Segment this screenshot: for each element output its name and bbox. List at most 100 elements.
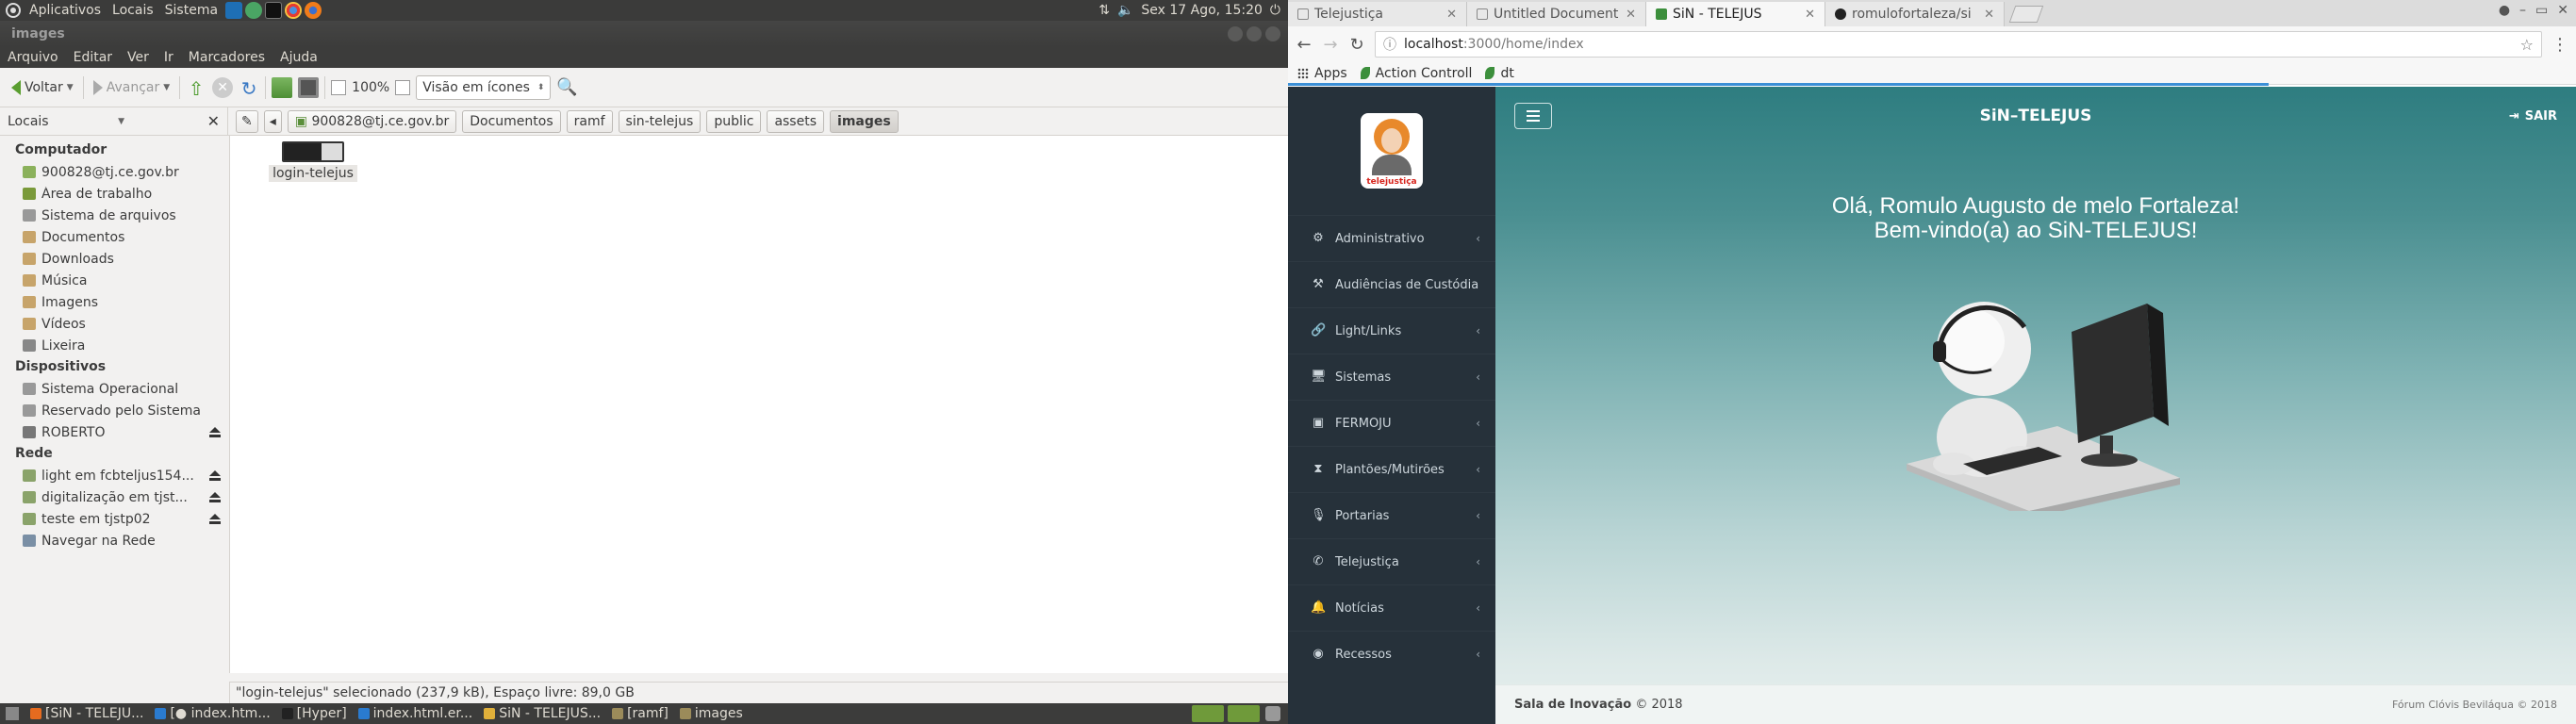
browser-tab[interactable]: romulofortaleza/si ✕ bbox=[1825, 2, 2005, 26]
clock[interactable]: Sex 17 Ago, 15:20 bbox=[1141, 3, 1263, 18]
bookmark-apps[interactable]: Apps bbox=[1297, 66, 1347, 81]
sidebar-mode-dropdown-icon[interactable]: ▼ bbox=[118, 117, 124, 126]
power-icon[interactable]: ⏻ bbox=[1270, 3, 1280, 18]
menu-item[interactable]: ✆ Telejustiça ‹ bbox=[1288, 538, 1495, 584]
maximize-button[interactable]: ▭ bbox=[2535, 3, 2548, 18]
profile-icon[interactable]: ● bbox=[2499, 3, 2510, 18]
reload-icon[interactable]: ↻ bbox=[239, 77, 259, 100]
menu-kebab-icon[interactable]: ⋮ bbox=[2551, 35, 2568, 55]
taskbar-task[interactable]: SiN - TELEJUS... bbox=[478, 704, 606, 723]
taskbar-task[interactable]: index.html.er... bbox=[353, 704, 479, 723]
menu-item[interactable]: 🔔 Notícias ‹ bbox=[1288, 584, 1495, 631]
menu-arquivo[interactable]: Arquivo bbox=[0, 50, 66, 65]
app-launcher-icon[interactable] bbox=[245, 2, 263, 19]
menu-item[interactable]: ▣ FERMOJU ‹ bbox=[1288, 400, 1495, 446]
network-arrows-icon[interactable]: ⇅ bbox=[1098, 3, 1110, 18]
menu-marcadores[interactable]: Marcadores bbox=[181, 50, 272, 65]
logout-button[interactable]: ⇥ SAIR bbox=[2509, 109, 2557, 123]
minimize-button[interactable]: – bbox=[2519, 3, 2526, 18]
sidebar-item[interactable]: teste em tjstp02 bbox=[0, 508, 229, 530]
breadcrumb-item[interactable]: Documentos bbox=[462, 109, 561, 133]
trash-icon[interactable] bbox=[1265, 706, 1280, 721]
close-sidebar-icon[interactable]: ✕ bbox=[207, 112, 220, 130]
menu-item[interactable]: 🖥 Sistemas ‹ bbox=[1288, 354, 1495, 400]
telejustica-logo[interactable]: telejustiça bbox=[1361, 113, 1423, 189]
sidebar-item[interactable]: Reservado pelo Sistema bbox=[0, 400, 229, 421]
tab-close-icon[interactable]: ✕ bbox=[1626, 8, 1636, 22]
reload-icon[interactable]: ↻ bbox=[1348, 35, 1365, 55]
menu-editar[interactable]: Editar bbox=[66, 50, 120, 65]
stop-icon[interactable]: ✕ bbox=[212, 76, 234, 98]
sidebar-item[interactable]: Downloads bbox=[0, 248, 229, 270]
bookmark-action-controller[interactable]: Action Controll bbox=[1360, 66, 1472, 81]
sidebar-item[interactable]: Imagens bbox=[0, 291, 229, 313]
sidebar-item[interactable]: Música bbox=[0, 270, 229, 291]
menu-item[interactable]: 🎙 Portarias ‹ bbox=[1288, 492, 1495, 538]
bookmark-dt[interactable]: dt bbox=[1485, 66, 1514, 81]
menu-item[interactable]: ⚙ Administrativo ‹ bbox=[1288, 215, 1495, 261]
eject-icon[interactable] bbox=[208, 513, 222, 525]
forward-dropdown-icon[interactable]: ▼ bbox=[163, 83, 170, 92]
sidebar-mode-label[interactable]: Locais bbox=[8, 114, 49, 129]
new-tab-button[interactable] bbox=[2008, 6, 2044, 23]
menu-item[interactable]: ⚒ Audiências de Custódia bbox=[1288, 261, 1495, 307]
ubuntu-logo-icon[interactable] bbox=[6, 3, 21, 18]
back-dropdown-icon[interactable]: ▼ bbox=[67, 83, 74, 92]
eject-icon[interactable] bbox=[208, 491, 222, 503]
back-button[interactable]: Voltar ▼ bbox=[8, 79, 77, 95]
tab-close-icon[interactable]: ✕ bbox=[1984, 8, 1994, 22]
browser-tab[interactable]: Untitled Document ✕ bbox=[1467, 2, 1646, 26]
volume-icon[interactable]: 🔈 bbox=[1117, 3, 1133, 18]
url-input[interactable]: ⓘ localhost:3000/home/index ☆ bbox=[1375, 31, 2542, 58]
back-arrow-icon[interactable]: ← bbox=[1296, 35, 1313, 55]
breadcrumb-item[interactable]: sin-telejus bbox=[618, 109, 702, 133]
sidebar-item[interactable]: digitalização em tjst... bbox=[0, 486, 229, 508]
breadcrumb-item[interactable]: ▣ 900828@tj.ce.gov.br bbox=[287, 109, 457, 133]
browser-tab[interactable]: SiN - TELEJUS ✕ bbox=[1646, 2, 1825, 26]
zoom-out-icon[interactable] bbox=[331, 79, 347, 95]
taskbar-task[interactable]: [Hyper] bbox=[276, 704, 353, 723]
maximize-button[interactable] bbox=[1247, 26, 1262, 41]
sidebar-item[interactable]: Navegar na Rede bbox=[0, 530, 229, 551]
tab-close-icon[interactable]: ✕ bbox=[1446, 8, 1457, 22]
sidebar-item[interactable]: Documentos bbox=[0, 226, 229, 248]
sidebar-item[interactable]: Vídeos bbox=[0, 313, 229, 335]
bookmark-star-icon[interactable]: ☆ bbox=[2520, 36, 2534, 54]
firefox-launcher-icon[interactable] bbox=[305, 2, 322, 19]
panel-menu-locais[interactable]: Locais bbox=[107, 3, 158, 18]
search-icon[interactable]: 🔍 bbox=[556, 77, 577, 98]
sidebar-item[interactable]: Sistema Operacional bbox=[0, 378, 229, 400]
computer-icon[interactable] bbox=[298, 76, 320, 98]
close-button[interactable] bbox=[1265, 26, 1280, 41]
forward-arrow-icon[interactable]: → bbox=[1322, 35, 1339, 55]
breadcrumb-item[interactable]: assets bbox=[767, 109, 825, 133]
workspace-1[interactable] bbox=[1192, 705, 1224, 722]
breadcrumb-item[interactable]: public bbox=[706, 109, 762, 133]
view-mode-select[interactable]: Visão em ícones ⬍ bbox=[416, 74, 552, 100]
menu-item[interactable]: 🔗 Light/Links ‹ bbox=[1288, 307, 1495, 354]
eject-icon[interactable] bbox=[208, 469, 222, 482]
terminal-launcher-icon[interactable] bbox=[265, 2, 283, 19]
taskbar-task[interactable]: images bbox=[674, 704, 749, 723]
tab-close-icon[interactable]: ✕ bbox=[1805, 8, 1815, 22]
workspace-2[interactable] bbox=[1228, 705, 1260, 722]
menu-ajuda[interactable]: Ajuda bbox=[272, 50, 325, 65]
forward-button[interactable]: Avançar ▼ bbox=[90, 79, 173, 95]
taskbar-task[interactable]: [● index.htm... bbox=[149, 704, 275, 723]
menu-ver[interactable]: Ver bbox=[120, 50, 157, 65]
sidebar-item[interactable]: 900828@tj.ce.gov.br bbox=[0, 161, 229, 183]
chrome-launcher-icon[interactable] bbox=[285, 2, 303, 19]
hamburger-menu-button[interactable] bbox=[1514, 103, 1552, 129]
taskbar-task[interactable]: [SiN - TELEJU... bbox=[25, 704, 149, 723]
info-icon[interactable]: ⓘ bbox=[1383, 35, 1396, 54]
eject-icon[interactable] bbox=[208, 426, 222, 438]
breadcrumb-item[interactable]: images bbox=[830, 109, 899, 133]
menu-ir[interactable]: Ir bbox=[157, 50, 181, 65]
menu-item[interactable]: ⧗ Plantões/Mutirões ‹ bbox=[1288, 446, 1495, 492]
file-item[interactable]: login-telejus bbox=[266, 141, 360, 182]
browser-tab[interactable]: Telejustiça ✕ bbox=[1288, 2, 1467, 26]
zoom-in-icon[interactable] bbox=[395, 79, 411, 95]
sidebar-item[interactable]: Área de trabalho bbox=[0, 183, 229, 205]
sidebar-item[interactable]: Sistema de arquivos bbox=[0, 205, 229, 226]
sidebar-item[interactable]: ROBERTO bbox=[0, 421, 229, 443]
